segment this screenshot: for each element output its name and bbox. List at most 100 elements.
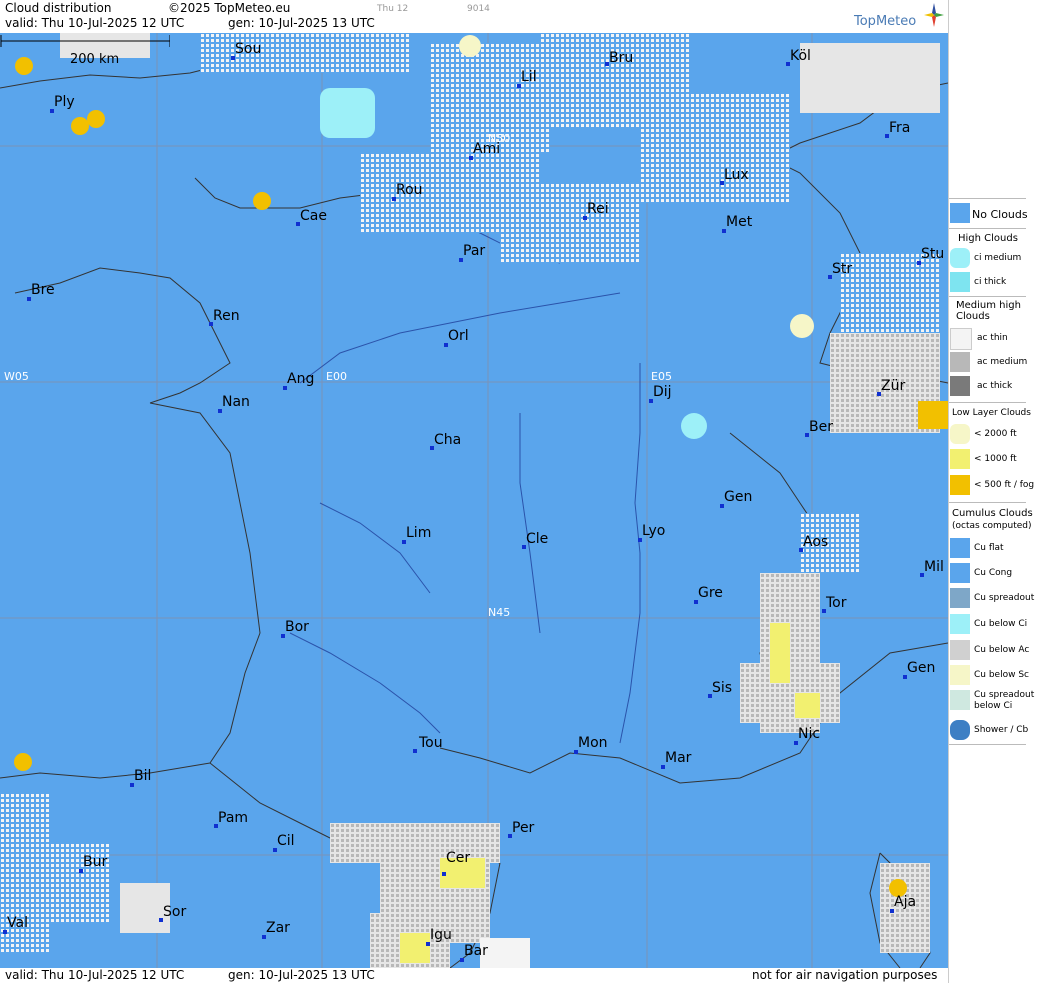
no-clouds-swatch [950, 203, 970, 223]
legend-cu-below-sc: Cu below Sc [974, 670, 1029, 680]
city-label[interactable]: Par [463, 243, 485, 259]
cu-spread-swatch [950, 588, 970, 608]
city-label[interactable]: Cer [446, 850, 470, 866]
low-500-swatch [950, 475, 970, 495]
city-label[interactable]: Mon [578, 735, 608, 751]
city-label[interactable]: Orl [448, 328, 469, 344]
footer-gen-time: gen: 10-Jul-2025 13 UTC [228, 968, 375, 982]
legend-low-title: Low Layer Clouds [952, 408, 1031, 418]
ac-medium-swatch [950, 352, 970, 372]
city-label[interactable]: Ber [809, 419, 833, 435]
grid-label-w05: W05 [4, 370, 29, 383]
city-label[interactable]: Pam [218, 810, 248, 826]
legend-ac-medium: ac medium [977, 357, 1028, 367]
shower-swatch [950, 720, 970, 740]
city-label[interactable]: Mil [924, 559, 944, 575]
city-label[interactable]: Sou [235, 41, 261, 57]
brand-name[interactable]: TopMeteo [854, 14, 916, 29]
city-label[interactable]: Stu [921, 246, 944, 262]
city-label[interactable]: Bur [83, 854, 107, 870]
city-label[interactable]: Cle [526, 531, 548, 547]
legend-high-title: High Clouds [958, 233, 1018, 244]
city-label[interactable]: Cae [300, 208, 327, 224]
city-label[interactable]: Zür [881, 378, 905, 394]
rivers [289, 212, 641, 744]
city-label[interactable]: Dij [653, 384, 672, 400]
legend-cu-below-ac: Cu below Ac [974, 645, 1030, 655]
legend-divider [949, 744, 1026, 745]
city-label[interactable]: Lil [521, 69, 537, 85]
city-label[interactable]: Gre [698, 585, 723, 601]
cu-below-ci-swatch [950, 614, 970, 634]
city-label[interactable]: Gen [907, 660, 935, 676]
legend-cu-flat: Cu flat [974, 543, 1004, 553]
compass-logo-icon [924, 3, 944, 27]
footer-valid-time: valid: Thu 10-Jul-2025 12 UTC [5, 968, 185, 982]
city-label[interactable]: Rou [396, 182, 423, 198]
ac-thick-swatch [950, 376, 970, 396]
city-label[interactable]: Sis [712, 680, 732, 696]
cloud-map[interactable]: 200 km N50 N45 W05 E00 E05 Sou Ply Lil B… [0, 33, 948, 968]
city-label[interactable]: Rei [587, 201, 609, 217]
cu-below-sc-swatch [950, 665, 970, 685]
copyright: ©2025 TopMeteo.eu [168, 1, 291, 15]
city-dot [442, 872, 446, 876]
low-1000-swatch [950, 449, 970, 469]
map-graphics [0, 33, 948, 968]
city-label[interactable]: Sor [163, 904, 186, 920]
legend-cu-below-ci: Cu below Ci [974, 619, 1028, 629]
city-label[interactable]: Gen [724, 489, 752, 505]
city-label[interactable]: Bar [464, 943, 488, 959]
legend-cumulus-sub: (octas computed) [952, 521, 1032, 531]
city-label[interactable]: Ami [473, 141, 500, 157]
legend-cu-spread-ci: Cu spreadout below Ci [974, 690, 1035, 711]
run-code: 9014 [467, 4, 490, 14]
legend-ci-medium: ci medium [974, 253, 1022, 263]
low-2000-swatch [950, 424, 970, 444]
city-label[interactable]: Bor [285, 619, 309, 635]
city-label[interactable]: Nic [798, 726, 820, 742]
legend-low-500: < 500 ft / fog [974, 480, 1035, 490]
legend-divider [949, 296, 1026, 297]
city-label[interactable]: Tor [826, 595, 847, 611]
legend-divider [949, 198, 1026, 199]
city-label[interactable]: Fra [889, 120, 910, 136]
grid-label-e05: E05 [651, 370, 672, 383]
city-label[interactable]: Nan [222, 394, 250, 410]
legend-medium-title: Medium high Clouds [956, 300, 1021, 322]
city-label[interactable]: Val [7, 915, 28, 931]
city-label[interactable]: Cha [434, 432, 461, 448]
legend-divider [949, 228, 1026, 229]
city-label[interactable]: Aja [894, 894, 916, 910]
legend-ci-thick: ci thick [974, 277, 1007, 287]
city-label[interactable]: Köl [790, 48, 811, 64]
city-label[interactable]: Mar [665, 750, 691, 766]
city-label[interactable]: Str [832, 261, 852, 277]
cu-cong-swatch [950, 563, 970, 583]
city-label[interactable]: Zar [266, 920, 290, 936]
city-label[interactable]: Per [512, 820, 534, 836]
city-label[interactable]: Tou [419, 735, 443, 751]
legend-divider [949, 502, 1026, 503]
legend-ac-thick: ac thick [977, 381, 1013, 391]
city-label[interactable]: Bru [609, 50, 633, 66]
cu-spread-ci-swatch [950, 690, 970, 710]
city-label[interactable]: Lux [724, 167, 749, 183]
city-label[interactable]: Met [726, 214, 752, 230]
cu-below-ac-swatch [950, 640, 970, 660]
city-label[interactable]: Aos [803, 534, 828, 550]
city-label[interactable]: Lim [406, 525, 431, 541]
city-label[interactable]: Ang [287, 371, 314, 387]
city-label[interactable]: Ply [54, 94, 75, 110]
city-label[interactable]: Bil [134, 768, 151, 784]
city-label[interactable]: Cil [277, 833, 295, 849]
city-label[interactable]: Igu [430, 927, 452, 943]
legend-cumulus-title: Cumulus Clouds [952, 508, 1033, 519]
city-label[interactable]: Lyo [642, 523, 665, 539]
ci-medium-swatch [950, 248, 970, 268]
city-label[interactable]: Bre [31, 282, 55, 298]
legend-divider [949, 402, 1026, 403]
valid-time: valid: Thu 10-Jul-2025 12 UTC [5, 16, 185, 30]
city-dot [413, 749, 417, 753]
city-label[interactable]: Ren [213, 308, 240, 324]
